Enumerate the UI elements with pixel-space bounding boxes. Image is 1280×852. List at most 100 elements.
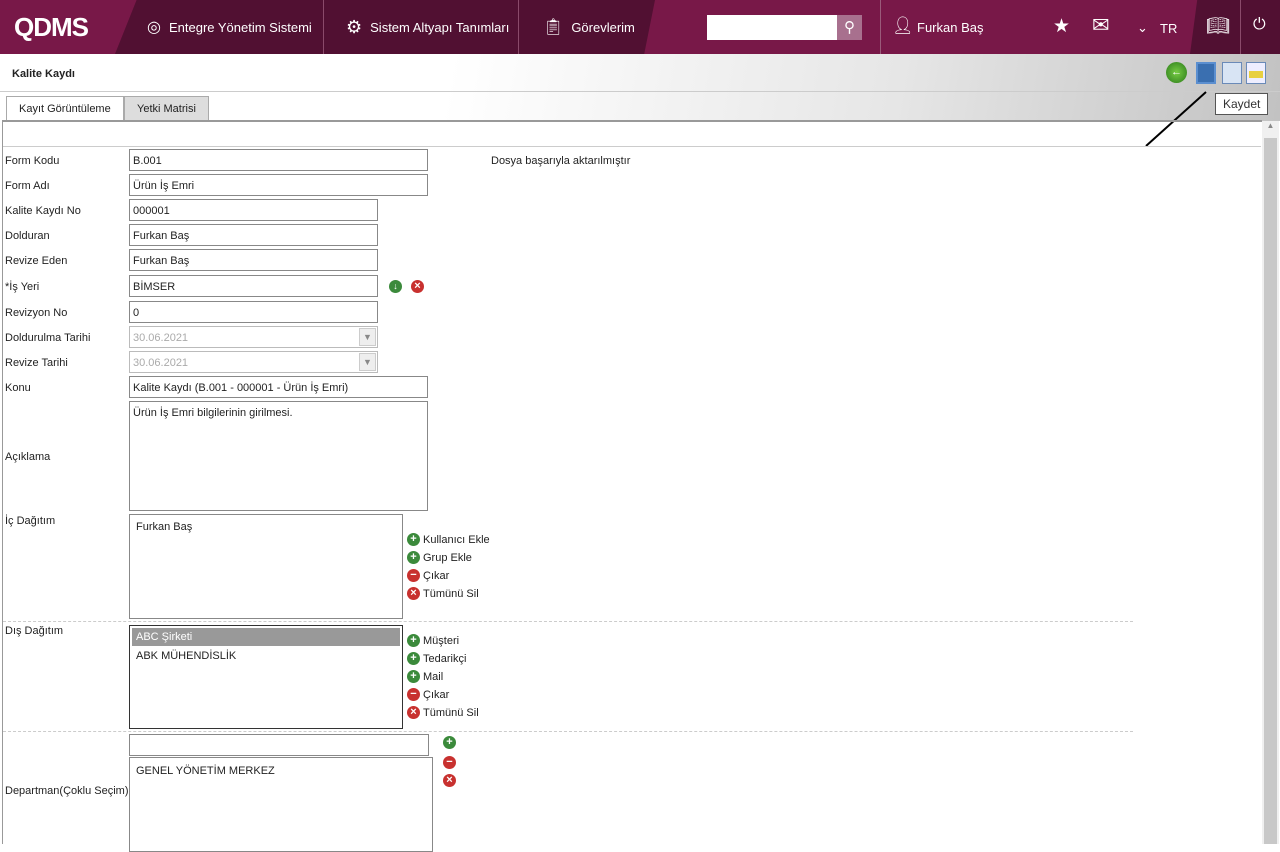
nav-entegre[interactable]: ◎ Entegre Yönetim Sistemi xyxy=(147,0,312,54)
scroll-up-icon[interactable]: ▲ xyxy=(1262,121,1279,130)
musteri-button[interactable]: + Müşteri xyxy=(407,634,459,647)
tab-kayit-goruntuleme[interactable]: Kayıt Görüntüleme xyxy=(6,96,124,122)
form-adi-input[interactable]: Ürün İş Emri xyxy=(129,174,428,196)
revize-eden-label: Revize Eden xyxy=(5,255,68,267)
power-icon[interactable]: ⏻ xyxy=(1253,16,1266,34)
action-label: Tedarikçi xyxy=(423,652,467,665)
plus-icon: + xyxy=(407,533,420,546)
page-title-bar: Kalite Kaydı Kayıt Görüntüleme Yetki Mat… xyxy=(0,54,1280,122)
ic-dagitim-list[interactable]: Furkan Baş xyxy=(129,514,403,619)
plus-icon: + xyxy=(407,634,420,647)
tumunu-sil-button[interactable]: × Tümünü Sil xyxy=(407,587,479,600)
dis-dagitim-label: Dış Dağıtım xyxy=(5,625,64,637)
minus-icon[interactable]: − xyxy=(443,756,456,769)
mail-icon[interactable]: ✉ xyxy=(1092,13,1110,38)
list-item-selected[interactable]: ABC Şirketi xyxy=(132,628,400,646)
minus-icon: − xyxy=(407,688,420,701)
tedarikci-button[interactable]: + Tedarikçi xyxy=(407,652,466,665)
new-document-icon[interactable] xyxy=(1222,62,1242,84)
revizyon-no-input[interactable]: 0 xyxy=(129,301,378,323)
kullanici-ekle-button[interactable]: + Kullanıcı Ekle xyxy=(407,533,490,546)
kayit-no-label: Kalite Kaydı No xyxy=(5,205,81,217)
divider xyxy=(3,146,1261,147)
qdms-logo[interactable]: QDMS xyxy=(14,12,89,43)
remove-icon[interactable]: × xyxy=(443,774,456,787)
divider xyxy=(880,0,881,54)
add-icon[interactable]: + xyxy=(443,736,456,749)
action-label: Çıkar xyxy=(423,569,450,582)
tumunu-sil-button[interactable]: × Tümünü Sil xyxy=(407,706,479,719)
nav-gorevlerim[interactable]: 📋︎ Görevlerim xyxy=(543,0,635,54)
cikar-button[interactable]: − Çıkar xyxy=(407,688,449,701)
action-label: Grup Ekle xyxy=(423,551,472,564)
form-kodu-label: Form Kodu xyxy=(5,155,60,167)
action-label: Mail xyxy=(423,670,444,683)
chevron-down-icon[interactable]: ⌄ xyxy=(1137,20,1148,36)
kayit-no-input[interactable]: 000001 xyxy=(129,199,378,221)
remove-icon: × xyxy=(407,706,420,719)
mail-button[interactable]: + Mail xyxy=(407,670,443,683)
dolduran-input[interactable]: Furkan Baş xyxy=(129,224,378,246)
aciklama-textarea[interactable]: Ürün İş Emri bilgilerinin girilmesi. xyxy=(129,401,428,511)
date-value: 30.06.2021 xyxy=(133,357,189,369)
search-icon[interactable]: ⚲ xyxy=(837,15,862,40)
ic-dagitim-label: İç Dağıtım xyxy=(5,515,56,527)
select-down-icon[interactable]: ↓ xyxy=(389,280,402,293)
form-kodu-input[interactable]: B.001 xyxy=(129,149,428,171)
plus-icon: + xyxy=(407,652,420,665)
user-name[interactable]: Furkan Baş xyxy=(917,20,983,35)
nav-label: Entegre Yönetim Sistemi xyxy=(168,19,312,35)
list-item[interactable]: Furkan Baş xyxy=(136,521,396,533)
scrollbar-thumb[interactable] xyxy=(1264,138,1277,844)
grup-ekle-button[interactable]: + Grup Ekle xyxy=(407,551,472,564)
doldurulma-tarihi-label: Doldurulma Tarihi xyxy=(5,332,91,344)
action-label: Tümünü Sil xyxy=(423,587,479,600)
star-icon[interactable]: ★ xyxy=(1053,15,1070,38)
cikar-button[interactable]: − Çıkar xyxy=(407,569,449,582)
departman-label: Departman(Çoklu Seçim) xyxy=(5,785,129,797)
plus-icon: + xyxy=(407,670,420,683)
dis-dagitim-list[interactable]: ABC Şirketi ABK MÜHENDİSLİK xyxy=(129,625,403,729)
nav-sistem[interactable]: ⚙ Sistem Altyapı Tanımları xyxy=(346,0,509,54)
divider xyxy=(0,91,1280,92)
action-label: Tümünü Sil xyxy=(423,706,479,719)
q-icon: ◎ xyxy=(147,19,161,36)
search-input[interactable] xyxy=(707,15,837,40)
revize-eden-input[interactable]: Furkan Baş xyxy=(129,249,378,271)
language-selector[interactable]: TR xyxy=(1160,21,1177,36)
departman-input[interactable] xyxy=(129,734,429,756)
top-header: QDMS ◎ Entegre Yönetim Sistemi ⚙ Sistem Al… xyxy=(0,0,1280,54)
revize-tarihi-input[interactable]: 30.06.2021 ▼ xyxy=(129,351,378,373)
list-item[interactable]: ABK MÜHENDİSLİK xyxy=(132,646,400,666)
form-adi-label: Form Adı xyxy=(5,180,50,192)
manual-book-icon[interactable]: 📖︎ xyxy=(1206,14,1230,38)
konu-input[interactable]: Kalite Kaydı (B.001 - 000001 - Ürün İş E… xyxy=(129,376,428,398)
divider xyxy=(323,0,324,54)
departman-list[interactable]: GENEL YÖNETİM MERKEZ xyxy=(129,757,433,852)
remove-icon: × xyxy=(407,587,420,600)
user-icon: 👤︎ xyxy=(892,16,914,35)
vertical-scrollbar[interactable]: ▲ xyxy=(1262,121,1279,844)
save-icon[interactable] xyxy=(1196,62,1216,84)
nav-label: Görevlerim xyxy=(571,19,635,35)
tab-yetki-matrisi[interactable]: Yetki Matrisi xyxy=(124,96,209,121)
chevron-down-icon[interactable]: ▼ xyxy=(359,353,376,371)
konu-label: Konu xyxy=(5,382,31,394)
is-yeri-input[interactable]: BİMSER xyxy=(129,275,378,297)
list-item[interactable]: GENEL YÖNETİM MERKEZ xyxy=(136,765,426,777)
action-label: Kullanıcı Ekle xyxy=(423,533,490,546)
divider xyxy=(3,621,1133,622)
clear-icon[interactable]: × xyxy=(411,280,424,293)
doldurulma-tarihi-input[interactable]: 30.06.2021 ▼ xyxy=(129,326,378,348)
document-note-icon[interactable] xyxy=(1246,62,1266,84)
page-title: Kalite Kaydı xyxy=(12,68,75,80)
back-icon[interactable]: ← xyxy=(1166,62,1187,83)
divider xyxy=(3,731,1133,732)
action-label: Çıkar xyxy=(423,688,450,701)
action-label: Müşteri xyxy=(423,634,460,647)
aciklama-label: Açıklama xyxy=(5,451,51,463)
chevron-down-icon[interactable]: ▼ xyxy=(359,328,376,346)
success-message: Dosya başarıyla aktarılmıştır xyxy=(491,155,631,167)
divider xyxy=(518,0,519,54)
clipboard-icon: 📋︎ xyxy=(543,19,564,36)
